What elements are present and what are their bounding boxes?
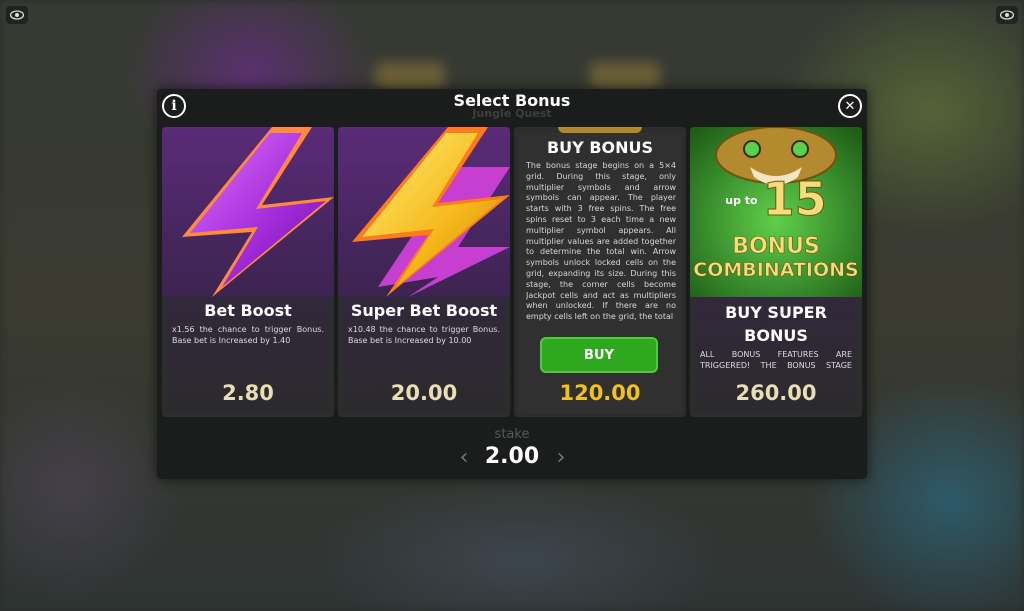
eye-icon — [1000, 10, 1014, 20]
dialog-subtitle: Jungle Quest — [472, 107, 552, 120]
card-price: 2.80 — [222, 381, 274, 405]
purple-lightning-icon — [162, 127, 334, 297]
combinations-number: 15 — [762, 172, 827, 227]
card-title: BUY BONUS — [546, 138, 654, 157]
buy-button[interactable]: BUY — [540, 337, 658, 373]
visibility-toggle-right[interactable] — [996, 6, 1018, 24]
stake-label: stake — [494, 427, 530, 442]
bet-boost-card[interactable]: Bet Boost x1.56 the chance to trigger Bo… — [162, 127, 334, 417]
close-button[interactable]: ✕ — [838, 94, 862, 118]
visibility-toggle-left[interactable] — [6, 6, 28, 24]
card-description: The bonus stage begins on a 5×4 grid. Du… — [526, 161, 676, 322]
card-description: x1.56 the chance to trigger Bonus. Base … — [172, 325, 324, 345]
art-line-bonus: BONUS — [732, 234, 820, 259]
buy-super-bonus-card[interactable]: up to 15 BONUS COMBINATIONS BUY SUPER BO… — [690, 127, 862, 417]
super-bet-boost-card[interactable]: Super Bet Boost x10.48 the chance to tri… — [338, 127, 510, 417]
card-description: ALL BONUS FEATURES ARE TRIGGERED! The bo… — [700, 350, 852, 370]
card-description: x10.48 the chance to trigger Bonus. Base… — [348, 325, 500, 345]
background-tile — [375, 62, 445, 90]
up-to-label: up to — [725, 194, 758, 207]
art-line-combinations: COMBINATIONS — [693, 259, 859, 282]
buy-bonus-card[interactable]: BUY BONUS The bonus stage begins on a 5×… — [514, 127, 686, 417]
card-title: BUY SUPER BONUS — [725, 303, 827, 345]
close-icon: ✕ — [844, 98, 856, 114]
super-bonus-art-text: up to 15 — [690, 172, 862, 227]
card-title: Bet Boost — [204, 301, 292, 320]
stake-increase-button[interactable]: › — [553, 447, 569, 471]
gold-lightning-icon — [338, 127, 510, 297]
select-bonus-dialog: i Select Bonus Jungle Quest ✕ Bet Boost … — [157, 89, 867, 479]
card-price: 120.00 — [559, 381, 641, 405]
card-title: Super Bet Boost — [350, 301, 498, 320]
card-price: 20.00 — [390, 381, 458, 405]
background-tile — [590, 62, 660, 90]
card-price: 260.00 — [735, 381, 817, 405]
stake-value: 2.00 — [484, 444, 540, 469]
eye-icon — [10, 10, 24, 20]
chevron-right-icon: › — [556, 445, 566, 470]
